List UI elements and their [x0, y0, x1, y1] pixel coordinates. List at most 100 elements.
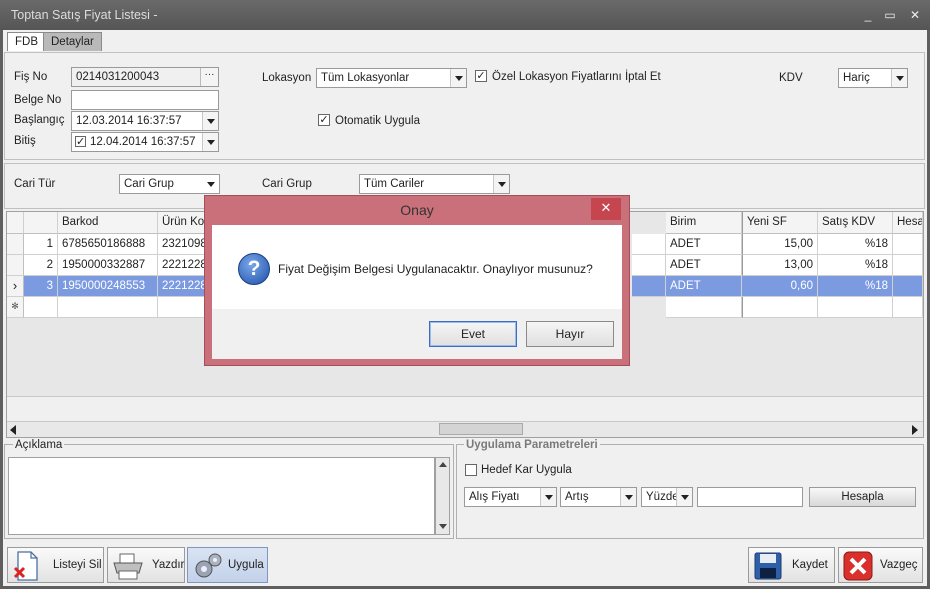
kdv-select[interactable]: Hariç — [838, 68, 908, 88]
table-cell-birim[interactable]: ADET — [666, 234, 742, 255]
aciklama-group: Açıklama — [4, 439, 454, 539]
tab-fdb[interactable]: FDB — [7, 32, 46, 51]
listeyi-sil-button[interactable]: Listeyi Sil — [7, 547, 104, 583]
table-row-no[interactable]: 3 — [24, 276, 58, 297]
new-row-cell[interactable] — [893, 297, 923, 318]
alis-fiyati-select[interactable]: Alış Fiyatı — [464, 487, 557, 507]
cari-grup-select[interactable]: Tüm Cariler — [359, 174, 510, 194]
chevron-down-icon[interactable] — [203, 175, 219, 193]
yazdir-label: Yazdır — [152, 559, 185, 571]
column-header-barkod[interactable]: Barkod — [58, 212, 158, 234]
vertical-scrollbar[interactable] — [435, 457, 450, 535]
new-row-cell[interactable] — [158, 297, 209, 318]
delete-list-icon — [13, 551, 38, 581]
table-cell-barkod[interactable]: 1950000332887 — [58, 255, 158, 276]
scroll-right-icon[interactable] — [912, 425, 918, 435]
table-cell-yeni-sf[interactable]: 0,60 — [742, 276, 818, 297]
belge-no-input[interactable] — [71, 90, 219, 110]
table-cell-hidden[interactable] — [632, 255, 666, 276]
fis-no-field[interactable]: 0214031200043 ··· — [71, 67, 219, 87]
new-row-cell[interactable] — [742, 297, 818, 318]
aciklama-textarea[interactable] — [8, 457, 435, 535]
table-row-no[interactable]: 2 — [24, 255, 58, 276]
table-cell-yeni-sf[interactable]: 15,00 — [742, 234, 818, 255]
current-row-indicator[interactable]: › — [7, 276, 24, 297]
hedef-kar-checkbox[interactable] — [465, 464, 477, 476]
chevron-down-icon[interactable] — [202, 133, 218, 151]
vazgec-button[interactable]: Vazgeç — [838, 547, 923, 583]
baslangic-value: 12.03.2014 16:37:57 — [76, 115, 182, 127]
table-cell-satis-kdv[interactable]: %18 — [818, 255, 893, 276]
column-header-yeni-sf[interactable]: Yeni SF — [742, 212, 818, 234]
kaydet-label: Kaydet — [792, 559, 828, 571]
column-header-urun-kod[interactable]: Ürün Kod — [158, 212, 209, 234]
yazdir-button[interactable]: Yazdır — [107, 547, 185, 583]
baslangic-date-field[interactable]: 12.03.2014 16:37:57 — [71, 111, 219, 131]
title-bar[interactable]: Toptan Satış Fiyat Listesi - _ ▭ ✕ — [0, 0, 930, 30]
table-cell-birim[interactable]: ADET — [666, 255, 742, 276]
table-cell-barkod[interactable]: 1950000248553 — [58, 276, 158, 297]
chevron-down-icon[interactable] — [450, 69, 466, 87]
table-cell-hesa[interactable] — [893, 255, 923, 276]
hesapla-button[interactable]: Hesapla — [809, 487, 916, 507]
table-cell-satis-kdv[interactable]: %18 — [818, 276, 893, 297]
uygula-button[interactable]: Uygula — [187, 547, 268, 583]
otomatik-uygula-checkbox[interactable]: ✓ — [318, 114, 330, 126]
table-cell-barkod[interactable]: 6785650186888 — [58, 234, 158, 255]
cari-tur-select[interactable]: Cari Grup — [119, 174, 220, 194]
dialog-body: ? Fiyat Değişim Belgesi Uygulanacaktır. … — [212, 225, 622, 309]
chevron-down-icon[interactable] — [676, 488, 692, 506]
table-row-no[interactable]: 1 — [24, 234, 58, 255]
hayir-button[interactable]: Hayır — [526, 321, 614, 347]
yuzde-select[interactable]: Yüzde — [641, 487, 693, 507]
yuzde-value: Yüzde — [646, 491, 679, 503]
table-cell-hidden[interactable] — [632, 234, 666, 255]
artis-select[interactable]: Artış — [560, 487, 637, 507]
column-header-hesa[interactable]: Hesa — [893, 212, 923, 234]
row-indicator[interactable] — [7, 234, 24, 255]
tab-detaylar[interactable]: Detaylar — [43, 32, 102, 51]
kaydet-button[interactable]: Kaydet — [748, 547, 835, 583]
amount-input[interactable] — [697, 487, 803, 507]
bitis-checkbox[interactable]: ✓ — [75, 136, 86, 148]
scroll-thumb[interactable] — [439, 423, 523, 435]
chevron-down-icon[interactable] — [620, 488, 636, 506]
table-cell-hidden[interactable] — [632, 276, 666, 297]
table-cell-hesa[interactable] — [893, 276, 923, 297]
close-window-button[interactable]: ✕ — [906, 6, 924, 24]
new-row-indicator[interactable]: ✻ — [7, 297, 24, 318]
new-row-cell[interactable] — [818, 297, 893, 318]
kdv-label: KDV — [779, 72, 803, 84]
table-cell-urun-kod[interactable]: 2221228 — [158, 255, 209, 276]
ozel-lokasyon-checkbox[interactable]: ✓ — [475, 70, 487, 82]
column-header-satis-kdv[interactable]: Satış KDV — [818, 212, 893, 234]
restore-button[interactable]: ▭ — [881, 6, 899, 24]
chevron-down-icon[interactable] — [202, 112, 218, 130]
scroll-up-icon[interactable] — [439, 462, 447, 467]
table-cell-birim[interactable]: ADET — [666, 276, 742, 297]
table-cell-satis-kdv[interactable]: %18 — [818, 234, 893, 255]
table-cell-hesa[interactable] — [893, 234, 923, 255]
header-panel: Fiş No 0214031200043 ··· Belge No Başlan… — [4, 52, 925, 160]
new-row-cell[interactable] — [24, 297, 58, 318]
lokasyon-select[interactable]: Tüm Lokasyonlar — [316, 68, 467, 88]
horizontal-scrollbar[interactable] — [7, 421, 923, 437]
new-row-cell[interactable] — [666, 297, 742, 318]
alis-fiyati-value: Alış Fiyatı — [469, 491, 520, 503]
row-indicator[interactable] — [7, 255, 24, 276]
new-row-cell[interactable] — [58, 297, 158, 318]
table-cell-urun-kod[interactable]: 2221228 — [158, 276, 209, 297]
table-cell-yeni-sf[interactable]: 13,00 — [742, 255, 818, 276]
chevron-down-icon[interactable] — [493, 175, 509, 193]
bitis-date-field[interactable]: ✓ 12.04.2014 16:37:57 — [71, 132, 219, 152]
table-cell-urun-kod[interactable]: 2321098 — [158, 234, 209, 255]
evet-button[interactable]: Evet — [429, 321, 517, 347]
fis-no-ellipsis-button[interactable]: ··· — [200, 68, 218, 86]
chevron-down-icon[interactable] — [891, 69, 907, 87]
minimize-button[interactable]: _ — [859, 6, 877, 24]
scroll-down-icon[interactable] — [439, 524, 447, 529]
dialog-close-button[interactable]: ✕ — [591, 198, 621, 220]
chevron-down-icon[interactable] — [540, 488, 556, 506]
column-header-birim[interactable]: Birim — [666, 212, 742, 234]
scroll-left-icon[interactable] — [10, 425, 16, 435]
